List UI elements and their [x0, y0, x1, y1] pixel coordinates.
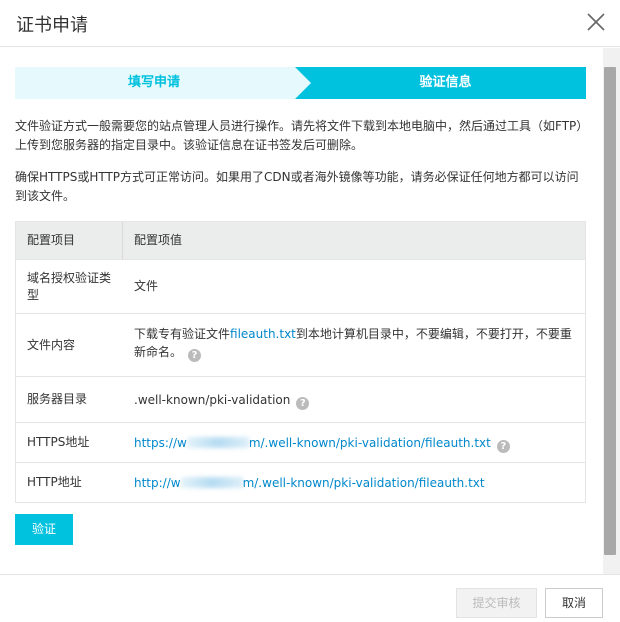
config-table: 配置项目 配置项值 域名授权验证类型 文件 文件内容 下载专有验证文件filea… [15, 221, 586, 503]
header-divider [122, 222, 123, 259]
table-row: 服务器目录 .well-known/pki-validation? [16, 376, 585, 422]
https-url-link[interactable]: https://w m/.well-known/pki-validation/fi… [134, 436, 491, 450]
help-icon[interactable]: ? [188, 349, 202, 362]
header-config-value: 配置项值 [134, 233, 183, 247]
help-icon[interactable]: ? [496, 440, 510, 453]
instructions-paragraph: 文件验证方式一般需要您的站点管理人员进行操作。请先将文件下载到本地电脑中，然后通… [15, 119, 589, 152]
http-url-link[interactable]: http://w m/.well-known/pki-validation/fil… [134, 476, 485, 490]
submit-review-button[interactable]: 提交审核 [456, 588, 537, 618]
dialog-body: 填写申请 验证信息 文件验证方式一般需要您的站点管理人员进行操作。请先将文件下载… [0, 48, 603, 574]
table-row: HTTPS地址 https://w m/.well-known/pki-valid… [16, 422, 585, 462]
table-header: 配置项目 配置项值 [16, 222, 585, 259]
row-value-auth-type: 文件 [134, 279, 159, 293]
step-verify-info: 验证信息 [419, 75, 472, 90]
row-label-https-url: HTTPS地址 [27, 435, 90, 449]
table-row: 域名授权验证类型 文件 [16, 259, 585, 313]
dialog-header: 证书申请 [0, 0, 620, 47]
cancel-button[interactable]: 取消 [545, 588, 603, 618]
verify-button[interactable]: 验证 [15, 514, 73, 545]
dialog-title: 证书申请 [16, 15, 88, 36]
row-value-http-url: http://w m/.well-known/pki-validation/fil… [134, 474, 579, 492]
row-value-https-url: https://w m/.well-known/pki-validation/fi… [134, 434, 579, 453]
table-row: HTTP地址 http://w m/.well-known/pki-validat… [16, 462, 585, 502]
redacted-domain [186, 437, 249, 448]
help-icon[interactable]: ? [296, 397, 310, 410]
access-note-paragraph: 确保HTTPS或HTTP方式可正常访问。如果用了CDN或者海外镜像等功能，请务必… [15, 170, 579, 203]
row-label-file-content: 文件内容 [27, 338, 76, 352]
step-indicator: 填写申请 验证信息 [15, 67, 586, 99]
row-label-http-url: HTTP地址 [27, 475, 82, 489]
file-content-prefix: 下载专有验证文件 [134, 327, 231, 341]
row-label-server-dir: 服务器目录 [27, 392, 88, 406]
scrollbar-thumb[interactable] [604, 67, 616, 555]
row-value-server-dir: .well-known/pki-validation? [134, 391, 579, 410]
table-row: 文件内容 下载专有验证文件fileauth.txt到本地计算机目录中，不要编辑，… [16, 313, 585, 376]
server-dir-text: .well-known/pki-validation [134, 393, 291, 407]
row-label-auth-type: 域名授权验证类型 [27, 271, 112, 302]
step-fill-application: 填写申请 [127, 75, 180, 90]
fileauth-download-link[interactable]: fileauth.txt [230, 327, 296, 341]
header-config-item: 配置项目 [27, 233, 76, 247]
row-value-file-content: 下载专有验证文件fileauth.txt到本地计算机目录中，不要编辑，不要打开，… [134, 325, 579, 362]
close-icon[interactable] [585, 11, 607, 33]
redacted-domain [180, 477, 243, 488]
dialog-footer: 提交审核 取消 [0, 574, 620, 622]
